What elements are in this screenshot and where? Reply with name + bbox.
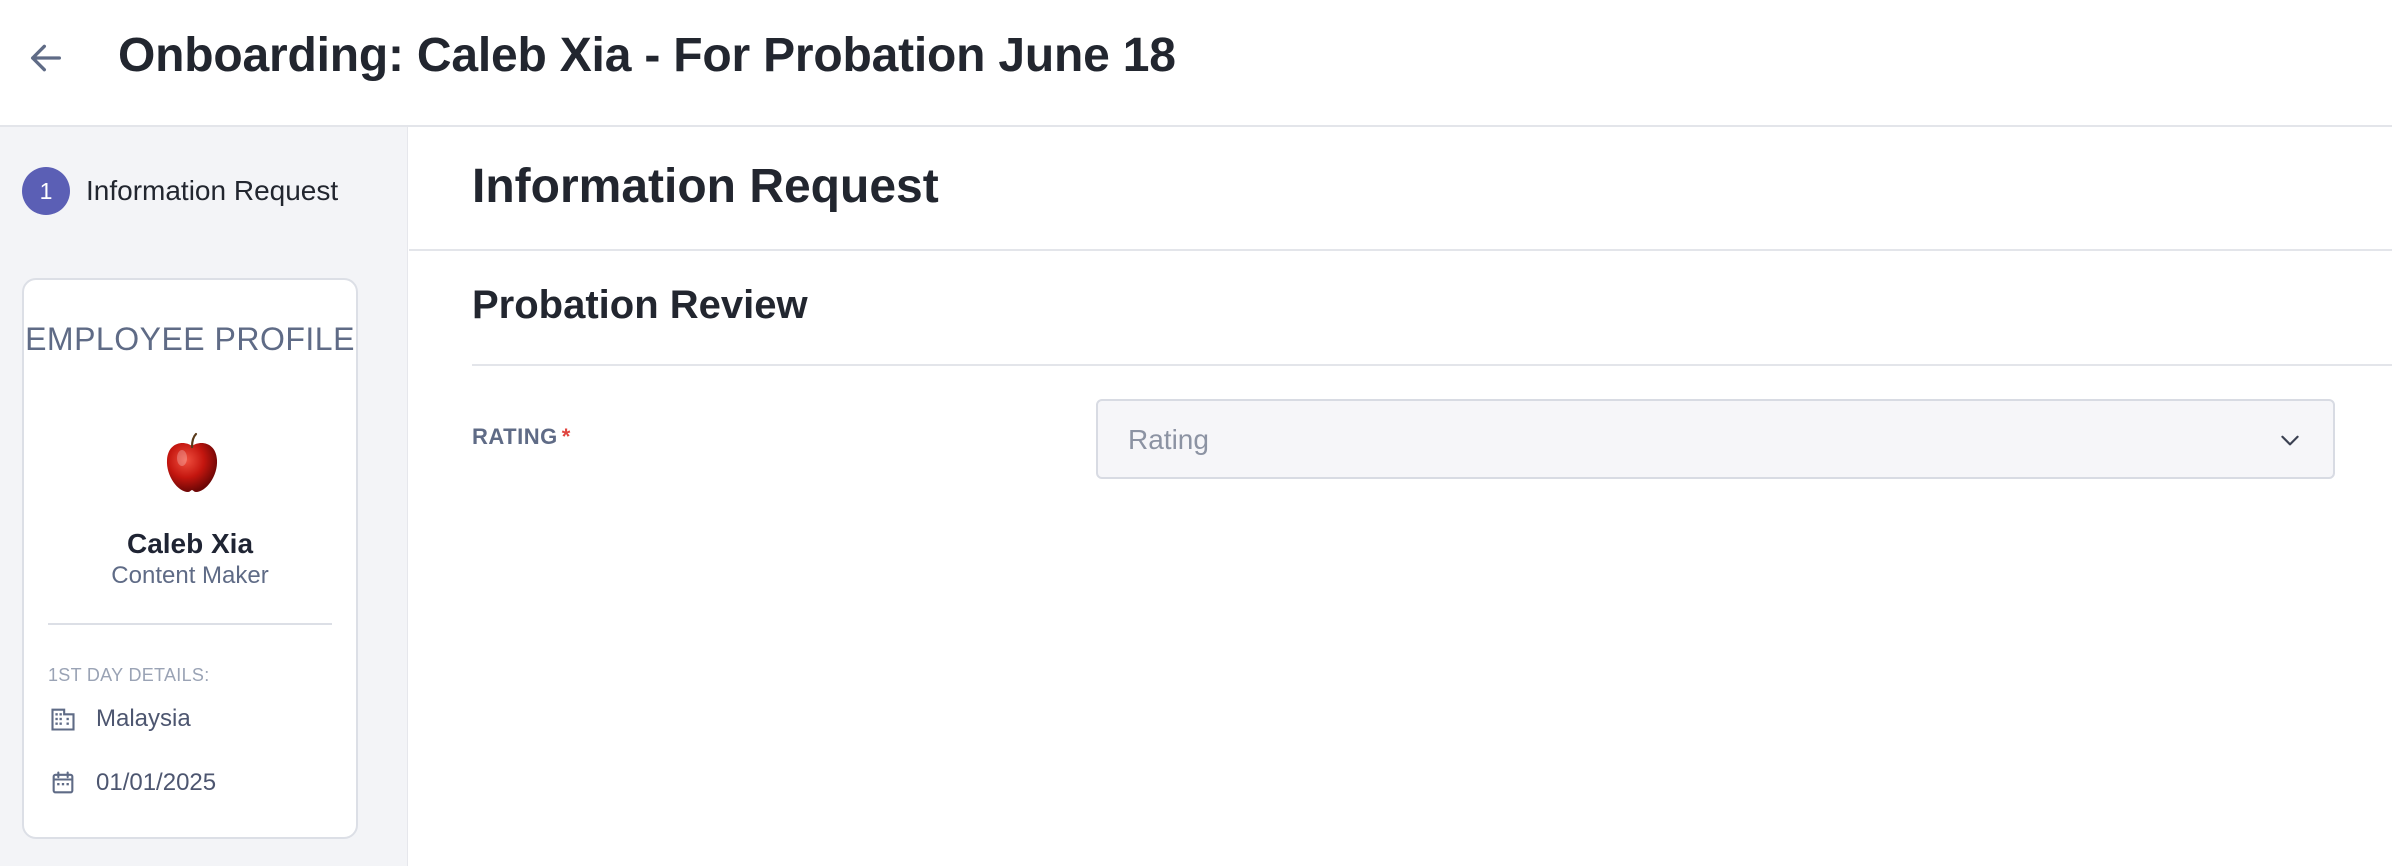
page-title: Onboarding: Caleb Xia - For Probation Ju… bbox=[118, 29, 1176, 82]
step-label: Information Request bbox=[86, 175, 339, 206]
detail-location: Malaysia bbox=[48, 703, 191, 735]
step-number-badge: 1 bbox=[22, 167, 70, 215]
apple-icon bbox=[166, 432, 218, 492]
chevron-down-icon bbox=[2281, 435, 2299, 446]
employee-name: Caleb Xia bbox=[126, 528, 254, 559]
calendar-icon bbox=[48, 768, 78, 798]
building-icon bbox=[48, 704, 78, 734]
apple-avatar bbox=[162, 432, 222, 496]
profile-card-title: EMPLOYEE PROFILE bbox=[25, 321, 355, 357]
main-content: Information Request Probation Review RAT… bbox=[409, 127, 2392, 866]
back-button[interactable] bbox=[22, 34, 70, 82]
step-information-request[interactable]: 1 Information Request bbox=[22, 166, 338, 216]
required-asterisk: * bbox=[561, 424, 571, 449]
profile-divider bbox=[48, 623, 332, 625]
rating-select-placeholder: Rating bbox=[1128, 424, 1209, 455]
sidebar: 1 Information Request EMPLOYEE PROFILE C… bbox=[0, 127, 408, 866]
section-divider bbox=[409, 249, 2392, 251]
section-title: Information Request bbox=[472, 160, 939, 213]
employee-profile-card: EMPLOYEE PROFILE Caleb Xia Content Maker… bbox=[22, 278, 358, 839]
employee-role: Content Maker bbox=[111, 562, 269, 589]
rating-field-label: RATING * bbox=[472, 424, 571, 450]
subsection-divider bbox=[472, 364, 2392, 366]
rating-select[interactable]: Rating bbox=[1096, 399, 2335, 479]
arrow-left-icon bbox=[30, 44, 61, 72]
page-header: Onboarding: Caleb Xia - For Probation Ju… bbox=[0, 0, 2392, 127]
detail-start-date: 01/01/2025 bbox=[48, 767, 216, 799]
detail-location-value: Malaysia bbox=[96, 705, 191, 732]
subsection-title: Probation Review bbox=[472, 283, 808, 327]
first-day-details-label: 1ST DAY DETAILS: bbox=[48, 665, 210, 685]
detail-start-date-value: 01/01/2025 bbox=[96, 769, 217, 796]
rating-label-text: RATING bbox=[472, 424, 558, 449]
